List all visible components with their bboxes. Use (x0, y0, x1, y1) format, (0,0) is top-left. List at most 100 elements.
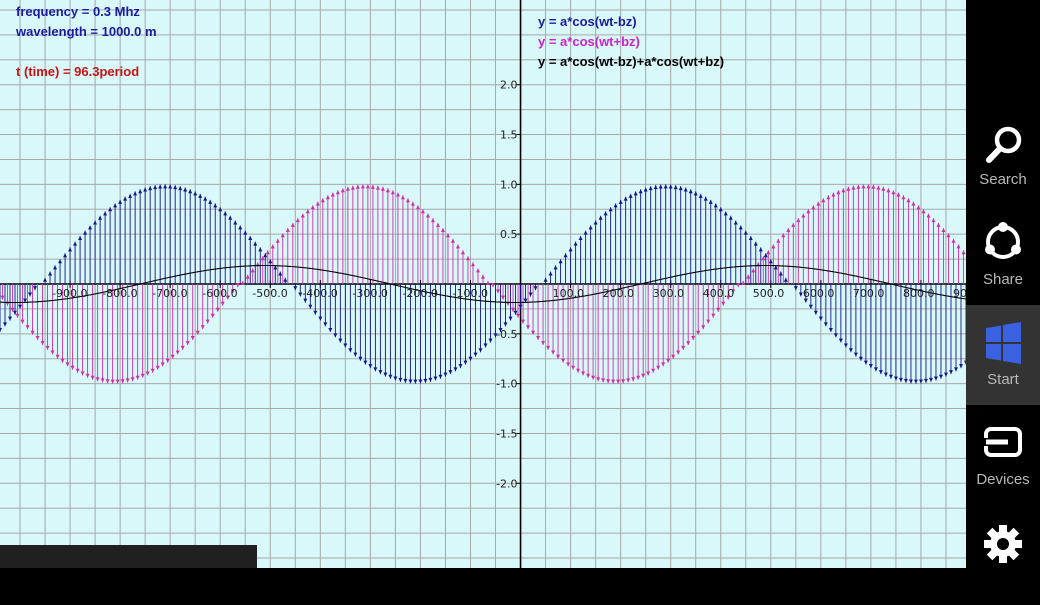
wave1-arrow-head (573, 241, 578, 246)
wave2-arrow-head (45, 345, 50, 350)
wave1-arrow-head (758, 247, 763, 252)
wave2-arrow-head (390, 190, 395, 195)
wave1-arrow-head (738, 225, 743, 230)
wave2-arrow-head (826, 195, 831, 200)
wave1-arrow-head (143, 187, 148, 192)
plot-area[interactable]: -900.0 -800.0 -700.0 -600.0 -500.0 -400.0 -300… (0, 0, 966, 568)
wave1-arrow-head (818, 316, 823, 321)
wave2-arrow-head (486, 280, 491, 285)
wave-plot: -900.0 -800.0 -700.0 -600.0 -500.0 -400.0 -300… (0, 0, 966, 568)
wave1-arrow-head (653, 185, 658, 190)
wave2-arrow-head (866, 184, 871, 189)
wave2-arrow-head (691, 336, 696, 341)
charm-devices[interactable]: Devices (966, 405, 1040, 505)
wave2-arrow-head (325, 195, 330, 200)
windows-logo-icon (986, 322, 1021, 364)
charm-start-label: Start (987, 371, 1019, 388)
wave2-arrow-head (110, 379, 115, 384)
charm-settings[interactable] (966, 505, 1040, 605)
wave1-arrow-head (563, 253, 568, 258)
wave2-arrow-head (951, 238, 956, 243)
x-tick-label: -600.0 (202, 287, 237, 300)
wave2-arrow-head (661, 362, 666, 367)
wave2-arrow-head (916, 205, 921, 210)
wave2-arrow-head (415, 205, 420, 210)
wave1-arrow-head (438, 374, 443, 379)
wave1-arrow-head (693, 191, 698, 196)
x-tick-label: 400.0 (703, 287, 735, 300)
wave2-arrow-head (851, 185, 856, 190)
share-icon (985, 222, 1021, 259)
wave1-arrow-head (888, 374, 893, 379)
wave2-arrow-head (250, 268, 255, 273)
wave2-arrow-head (400, 195, 405, 200)
wave2-arrow-head (275, 238, 280, 243)
wave1-arrow-head (753, 241, 758, 246)
wave2-arrow-head (165, 358, 170, 363)
wave1-arrow-head (648, 186, 653, 191)
wave1-arrow-head (153, 185, 158, 190)
wave1-arrow-head (43, 277, 48, 282)
y-tick-label: -0.5 (496, 328, 517, 341)
wave2-arrow-head (536, 336, 541, 341)
wave2-arrow-head (370, 184, 375, 189)
legend-sum: y = a*cos(wt-bz)+a*cos(wt+bz) (538, 54, 725, 69)
wave1-arrow-head (33, 286, 38, 291)
search-icon (986, 126, 1022, 163)
wave2-arrow-head (586, 373, 591, 378)
wave1-arrow-head (68, 247, 73, 252)
wave2-arrow-head (876, 185, 881, 190)
wave1-arrow-head (353, 352, 358, 357)
wave1-arrow-head (188, 189, 193, 194)
charm-devices-label: Devices (976, 471, 1030, 488)
x-tick-label: -500.0 (252, 287, 287, 300)
wave2-arrow-head (450, 238, 455, 243)
x-tick-label: 500.0 (753, 287, 785, 300)
wave2-arrow-head (50, 350, 55, 355)
wave1-arrow-head (308, 304, 313, 309)
charm-start[interactable]: Start (966, 305, 1040, 405)
wave2-arrow-head (285, 227, 290, 232)
wave2-arrow-head (641, 373, 646, 378)
wave1-arrow-head (238, 225, 243, 230)
wave1-arrow-head (928, 377, 933, 382)
wave1-arrow-head (668, 184, 673, 189)
wave1-arrow-head (663, 184, 668, 189)
wave1-arrow-head (118, 199, 123, 204)
wave1-arrow-head (58, 259, 63, 264)
wave2-arrow-head (771, 244, 776, 249)
y-tick-label: 1.5 (500, 129, 518, 142)
wave2-arrow-head (911, 201, 916, 206)
wave2-arrow-head (541, 341, 546, 346)
wave2-arrow-head (571, 365, 576, 370)
wave2-arrow-head (716, 307, 721, 312)
wave2-arrow-head (816, 201, 821, 206)
y-tick-label: -1.5 (496, 427, 517, 440)
gear-icon (984, 525, 1022, 563)
wave2-arrow-head (460, 250, 465, 255)
wave2-arrow-head (871, 184, 876, 189)
wave2-arrow-head (75, 368, 80, 373)
wavelength-label: wavelength = 1000.0 m (16, 24, 157, 39)
wave2-arrow-head (606, 379, 611, 384)
charm-share[interactable]: Share (966, 205, 1040, 305)
wave2-arrow-head (861, 184, 866, 189)
wave1-arrow-head (673, 185, 678, 190)
wave1-arrow-head (508, 316, 513, 321)
wave1-arrow-head (618, 199, 623, 204)
wave2-arrow-head (85, 373, 90, 378)
legend-wave2: y = a*cos(wt+bz) (538, 34, 640, 49)
wave1-arrow-head (373, 367, 378, 372)
wave2-arrow-head (856, 184, 861, 189)
wave2-arrow-head (40, 341, 45, 346)
wave2-arrow-head (686, 341, 691, 346)
wave1-arrow-head (158, 184, 163, 189)
y-tick-label: 1.0 (500, 178, 518, 191)
wave1-arrow-head (413, 379, 418, 384)
wave1-arrow-head (878, 370, 883, 375)
wave1-arrow-head (113, 203, 118, 208)
wave1-arrow-head (383, 372, 388, 377)
charm-search[interactable]: Search (966, 105, 1040, 205)
wave1-arrow-head (403, 378, 408, 383)
x-tick-label: -900.0 (52, 287, 87, 300)
